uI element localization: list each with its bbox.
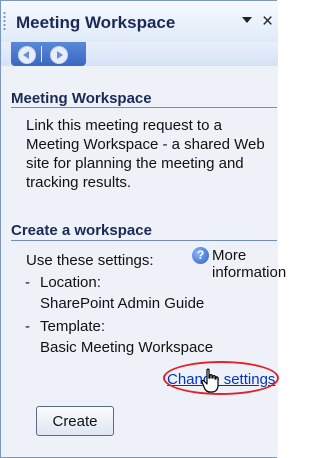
section-header-create-workspace: Create a workspace bbox=[11, 222, 152, 239]
pane-menu-dropdown-icon[interactable] bbox=[242, 17, 252, 23]
change-settings-link[interactable]: Change settings bbox=[167, 371, 275, 388]
description-line: tracking results. bbox=[26, 174, 132, 191]
template-value: Basic Meeting Workspace bbox=[40, 339, 214, 356]
section-header-meeting-workspace: Meeting Workspace bbox=[11, 90, 152, 107]
help-icon[interactable]: ? bbox=[192, 247, 209, 264]
settings-intro: Use these settings: bbox=[26, 252, 154, 269]
pane-titlebar: Meeting Workspace × bbox=[0, 0, 278, 42]
forward-button[interactable] bbox=[50, 46, 68, 64]
template-label: Template: bbox=[40, 318, 106, 335]
forward-arrow-icon bbox=[57, 51, 63, 59]
description-line: site for planning the meeting and bbox=[26, 155, 244, 172]
back-arrow-icon bbox=[23, 51, 29, 59]
back-button[interactable] bbox=[18, 46, 36, 64]
more-information-link[interactable]: More information bbox=[212, 247, 286, 281]
pane-title: Meeting Workspace bbox=[16, 13, 176, 32]
bullet: - bbox=[25, 318, 30, 335]
section-divider bbox=[11, 107, 277, 108]
nav-separator bbox=[41, 46, 42, 62]
task-pane: Meeting Workspace × Meeting Workspace Li… bbox=[0, 0, 286, 458]
description-line: Meeting Workspace - a shared Web bbox=[26, 136, 265, 153]
close-icon[interactable]: × bbox=[262, 11, 273, 33]
bullet: - bbox=[25, 274, 30, 291]
section-divider bbox=[11, 240, 277, 241]
location-label: Location: bbox=[40, 274, 101, 291]
description-line: Link this meeting request to a bbox=[26, 117, 222, 134]
location-value: SharePoint Admin Guide bbox=[40, 295, 205, 312]
drag-grip-icon[interactable] bbox=[3, 11, 6, 31]
create-button[interactable]: Create bbox=[36, 406, 114, 436]
